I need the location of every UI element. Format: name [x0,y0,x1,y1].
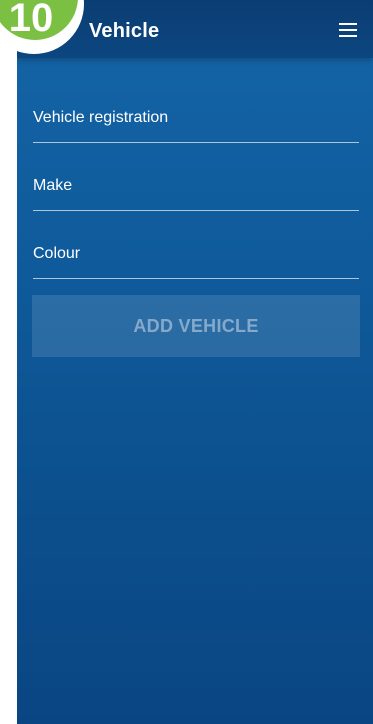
make-field[interactable]: Make [33,172,359,211]
colour-field[interactable]: Colour [33,240,359,279]
step-number: 10 [8,0,54,40]
colour-label: Colour [33,245,81,262]
vehicle-registration-label: Vehicle registration [33,109,169,126]
hamburger-menu-icon[interactable] [339,23,357,37]
app-screen: Vehicle Vehicle registration Make Colour… [17,0,373,724]
add-vehicle-button[interactable]: ADD VEHICLE [32,295,360,357]
make-label: Make [33,177,73,194]
header-title: Vehicle [89,20,160,42]
vehicle-registration-field[interactable]: Vehicle registration [33,104,359,143]
